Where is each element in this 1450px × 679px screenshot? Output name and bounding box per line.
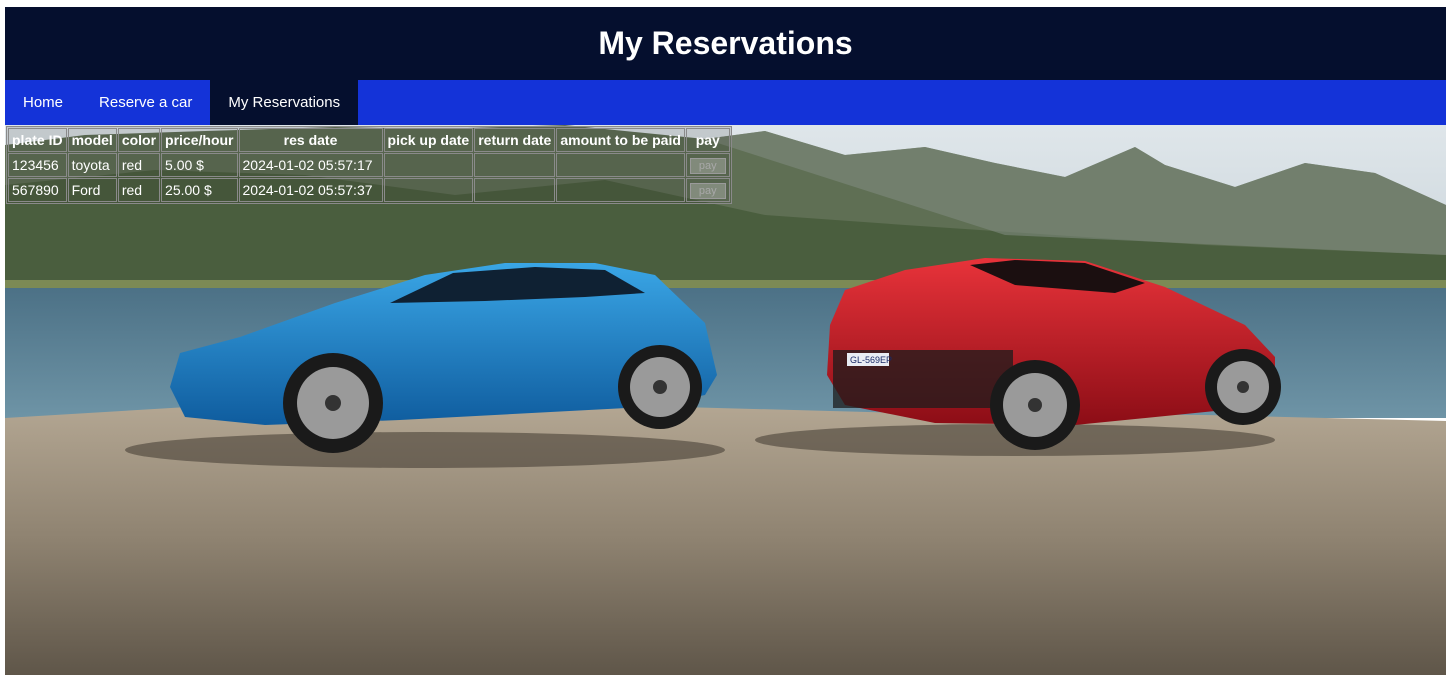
svg-text:GL-569EP: GL-569EP	[850, 355, 892, 365]
column-header-model: model	[67, 128, 117, 152]
nav-bar: Home Reserve a car My Reservations	[5, 80, 1446, 125]
column-header-color: color	[117, 128, 161, 152]
cell-res-date: 2024-01-02 05:57:37	[238, 178, 383, 202]
column-header-amount-to-be-paid: amount to be paid	[556, 128, 685, 152]
cell-return-date	[474, 178, 556, 202]
table-row: 123456 toyota red 5.00 $ 2024-01-02 05:5…	[8, 153, 730, 177]
cell-return-date	[474, 153, 556, 177]
cell-color: red	[117, 153, 161, 177]
cell-model: toyota	[67, 153, 117, 177]
nav-home[interactable]: Home	[5, 80, 81, 125]
column-header-pick-up-date: pick up date	[383, 128, 474, 152]
cell-res-date: 2024-01-02 05:57:17	[238, 153, 383, 177]
column-header-res-date: res date	[238, 128, 383, 152]
column-header-plate-id: plate ID	[8, 128, 67, 152]
cell-pick-up-date	[383, 153, 474, 177]
page-frame: My Reservations Home Reserve a car My Re…	[5, 7, 1446, 675]
column-header-price-hour: price/hour	[161, 128, 238, 152]
table-row: 567890 Ford red 25.00 $ 2024-01-02 05:57…	[8, 178, 730, 202]
cell-plate-id: 123456	[8, 153, 67, 177]
reservations-table: plate ID model color price/hour res date…	[6, 126, 732, 204]
page-header: My Reservations	[5, 7, 1446, 80]
cell-pick-up-date	[383, 178, 474, 202]
background-photo: GL-569EP	[5, 125, 1446, 675]
column-header-return-date: return date	[474, 128, 556, 152]
cell-price-hour: 25.00 $	[161, 178, 238, 202]
cell-amount-to-be-paid	[556, 178, 685, 202]
nav-my-reservations[interactable]: My Reservations	[210, 80, 359, 125]
cell-amount-to-be-paid	[556, 153, 685, 177]
cell-plate-id: 567890	[8, 178, 67, 202]
table-header-row: plate ID model color price/hour res date…	[8, 128, 730, 152]
page-title: My Reservations	[598, 25, 853, 61]
cell-pay: pay	[685, 153, 730, 177]
cell-model: Ford	[67, 178, 117, 202]
column-header-pay: pay	[685, 128, 730, 152]
cell-pay: pay	[685, 178, 730, 202]
nav-reserve-a-car[interactable]: Reserve a car	[81, 80, 210, 125]
cell-price-hour: 5.00 $	[161, 153, 238, 177]
pay-button[interactable]: pay	[689, 183, 726, 199]
cell-color: red	[117, 178, 161, 202]
pay-button[interactable]: pay	[689, 158, 726, 174]
